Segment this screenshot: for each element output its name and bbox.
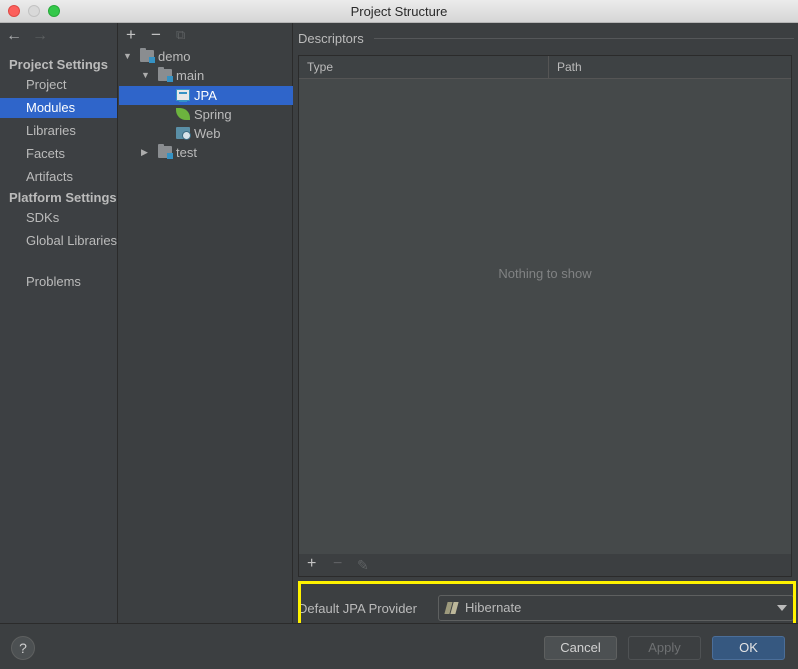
- jpa-facet-icon: [176, 89, 190, 102]
- nav-item-problems[interactable]: Problems: [0, 272, 117, 292]
- chevron-down-icon[interactable]: ▼: [123, 47, 132, 66]
- window-title: Project Structure: [350, 4, 448, 19]
- module-tree-panel: + − ⧉ ▼ demo ▼ main JPA Spring Web ▶ tes…: [119, 23, 293, 623]
- descriptors-table[interactable]: Type Path Nothing to show: [298, 55, 792, 574]
- forward-arrow-icon[interactable]: →: [32, 27, 48, 45]
- tree-node-jpa[interactable]: JPA: [119, 86, 293, 105]
- add-icon[interactable]: +: [126, 25, 136, 45]
- nav-item-facets[interactable]: Facets: [0, 144, 117, 164]
- group-divider: [374, 38, 794, 39]
- nav-item-global-libraries[interactable]: Global Libraries: [0, 231, 117, 251]
- tree-node-main[interactable]: ▼ main: [119, 66, 293, 85]
- nav-item-project[interactable]: Project: [0, 75, 117, 95]
- tree-node-demo[interactable]: ▼ demo: [119, 47, 293, 66]
- tree-node-test[interactable]: ▶ test: [119, 143, 293, 162]
- jpa-provider-label: Default JPA Provider: [298, 601, 417, 616]
- edit-descriptor-icon[interactable]: ✎: [357, 557, 369, 574]
- spring-facet-icon: [176, 108, 190, 120]
- web-facet-icon: [176, 127, 191, 140]
- ok-button[interactable]: OK: [712, 636, 785, 660]
- nav-item-modules[interactable]: Modules: [0, 98, 117, 118]
- empty-table-text: Nothing to show: [498, 266, 592, 281]
- column-header-path[interactable]: Path: [549, 56, 582, 79]
- module-folder-icon: [158, 144, 173, 159]
- module-folder-icon: [140, 48, 155, 63]
- chevron-down-icon[interactable]: [777, 605, 787, 611]
- chevron-down-icon[interactable]: ▼: [141, 66, 150, 85]
- help-button[interactable]: ?: [11, 636, 35, 660]
- tree-node-label: main: [176, 68, 205, 83]
- tree-node-label: demo: [158, 49, 191, 64]
- jpa-provider-select[interactable]: Hibernate: [438, 595, 794, 621]
- back-arrow-icon[interactable]: ←: [6, 27, 22, 45]
- tree-node-label: Spring: [194, 107, 232, 122]
- jpa-facet-settings: Descriptors Type Path Nothing to show + …: [294, 23, 798, 623]
- cancel-button[interactable]: Cancel: [544, 636, 617, 660]
- apply-button[interactable]: Apply: [628, 636, 701, 660]
- tree-node-web[interactable]: Web: [119, 124, 293, 143]
- tree-node-label: test: [176, 145, 197, 160]
- tree-node-spring[interactable]: Spring: [119, 105, 293, 124]
- column-header-type[interactable]: Type: [299, 56, 549, 79]
- nav-item-artifacts[interactable]: Artifacts: [0, 167, 117, 187]
- nav-item-libraries[interactable]: Libraries: [0, 121, 117, 141]
- chevron-right-icon[interactable]: ▶: [141, 143, 148, 162]
- jpa-provider-value: Hibernate: [465, 600, 522, 615]
- nav-item-sdks[interactable]: SDKs: [0, 208, 117, 228]
- table-header: Type Path: [299, 56, 791, 79]
- settings-nav: ← → Project Settings Project Modules Lib…: [0, 23, 118, 623]
- copy-icon[interactable]: ⧉: [176, 27, 185, 43]
- dialog-button-bar: ? Cancel Apply OK: [0, 623, 798, 669]
- module-folder-icon: [158, 67, 173, 82]
- tree-node-label: Web: [194, 126, 221, 141]
- platform-settings-header: Platform Settings: [9, 190, 117, 205]
- hibernate-icon: [445, 601, 459, 615]
- descriptors-title: Descriptors: [298, 31, 364, 46]
- remove-descriptor-icon[interactable]: −: [333, 555, 342, 573]
- add-descriptor-icon[interactable]: +: [307, 555, 316, 573]
- tree-node-label: JPA: [194, 88, 217, 103]
- project-settings-header: Project Settings: [9, 57, 108, 72]
- descriptors-toolbar: + − ✎: [298, 554, 792, 577]
- remove-icon[interactable]: −: [151, 25, 161, 45]
- title-bar: Project Structure: [0, 0, 798, 23]
